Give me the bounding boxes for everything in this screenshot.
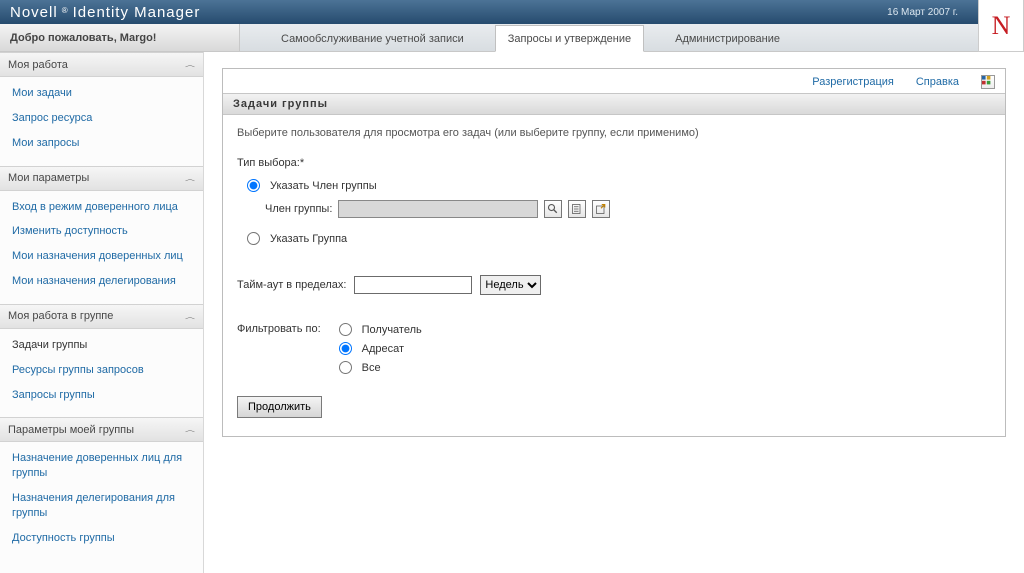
sidebar-item-team-delegate-assignments[interactable]: Назначения делегирования для группы: [0, 486, 203, 526]
sidebar-item-team-requests[interactable]: Запросы группы: [0, 383, 203, 408]
timeout-row: Тайм-аут в пределах: Недель: [237, 275, 991, 295]
radio-filter-recipient-input[interactable]: [339, 323, 352, 336]
lookup-icon[interactable]: [544, 200, 562, 218]
team-member-label: Член группы:: [265, 203, 332, 215]
sidebar-group-label: Параметры моей группы: [8, 424, 134, 436]
radio-select-group-label: Указать Группа: [270, 233, 347, 245]
chevron-up-icon: ︿: [185, 425, 195, 434]
sidebar-group-label: Мои параметры: [8, 172, 89, 184]
team-member-row: Член группы:: [265, 200, 991, 218]
sidebar-item-my-proxy-assignments[interactable]: Мои назначения доверенных лиц: [0, 244, 203, 269]
panel-body: Выберите пользователя для просмотра его …: [223, 115, 1005, 436]
sidebar: Моя работа ︿ Мои задачи Запрос ресурса М…: [0, 52, 204, 573]
panel-instructions: Выберите пользователя для просмотра его …: [237, 127, 991, 139]
sidebar-item-my-tasks[interactable]: Мои задачи: [0, 81, 203, 106]
team-tasks-panel: Разрегистрация Справка Задачи группы Выб…: [222, 68, 1006, 437]
radio-filter-assignee[interactable]: Адресат: [339, 342, 422, 355]
radio-select-group-input[interactable]: [247, 232, 260, 245]
radio-select-team-member[interactable]: Указать Член группы: [247, 179, 991, 192]
radio-filter-recipient[interactable]: Получатель: [339, 323, 422, 336]
sidebar-group-team-work[interactable]: Моя работа в группе ︿: [0, 304, 203, 329]
panel-top-bar: Разрегистрация Справка: [223, 69, 1005, 93]
link-unregister[interactable]: Разрегистрация: [812, 76, 894, 88]
tab-administration[interactable]: Администрирование: [662, 25, 793, 51]
team-member-input[interactable]: [338, 200, 538, 218]
timeout-unit-select[interactable]: Недель: [480, 275, 541, 295]
sidebar-item-team-proxy-assignments[interactable]: Назначение доверенных лиц для группы: [0, 446, 203, 486]
welcome-text: Добро пожаловать, Margo!: [0, 24, 240, 51]
app-header: Novell ® Identity Manager 16 Март 2007 г.: [0, 0, 1024, 24]
radio-filter-all-input[interactable]: [339, 361, 352, 374]
brand-name-b: Identity Manager: [73, 4, 201, 21]
sidebar-item-team-request-resources[interactable]: Ресурсы группы запросов: [0, 358, 203, 383]
radio-select-team-member-input[interactable]: [247, 179, 260, 192]
panel-options-icon[interactable]: [981, 75, 995, 89]
radio-filter-assignee-label: Адресат: [362, 343, 404, 355]
timeout-label: Тайм-аут в пределах:: [237, 279, 346, 291]
tab-requests-approval[interactable]: Запросы и утверждение: [495, 25, 644, 52]
timeout-value-input[interactable]: [354, 276, 472, 294]
sidebar-group-my-settings[interactable]: Мои параметры ︿: [0, 166, 203, 191]
sidebar-item-my-requests[interactable]: Мои запросы: [0, 131, 203, 156]
sidebar-group-my-work[interactable]: Моя работа ︿: [0, 52, 203, 77]
radio-select-team-member-label: Указать Член группы: [270, 180, 377, 192]
filter-label: Фильтровать по:: [237, 323, 321, 335]
selection-type-label: Тип выбора:*: [237, 157, 991, 169]
sidebar-item-edit-availability[interactable]: Изменить доступность: [0, 219, 203, 244]
clear-icon[interactable]: [592, 200, 610, 218]
link-help[interactable]: Справка: [916, 76, 959, 88]
sub-header: Добро пожаловать, Margo! Самообслуживани…: [0, 24, 1024, 52]
main-tabs: Самообслуживание учетной записи Запросы …: [240, 24, 1024, 51]
chevron-up-icon: ︿: [185, 174, 195, 183]
chevron-up-icon: ︿: [185, 312, 195, 321]
sidebar-item-team-availability[interactable]: Доступность группы: [0, 526, 203, 551]
sidebar-item-my-delegate-assignments[interactable]: Мои назначения делегирования: [0, 269, 203, 294]
radio-filter-all[interactable]: Все: [339, 361, 422, 374]
brand-reg: ®: [62, 6, 69, 15]
brand-name-a: Novell: [10, 4, 58, 21]
sidebar-group-label: Моя работа: [8, 59, 68, 71]
novell-logo: N: [978, 0, 1024, 52]
header-date: 16 Март 2007 г.: [887, 7, 958, 18]
radio-select-group[interactable]: Указать Группа: [247, 232, 991, 245]
sidebar-item-enter-proxy-mode[interactable]: Вход в режим доверенного лица: [0, 195, 203, 220]
continue-button[interactable]: Продолжить: [237, 396, 322, 418]
tab-account-self-service[interactable]: Самообслуживание учетной записи: [268, 25, 477, 51]
sidebar-group-label: Моя работа в группе: [8, 310, 113, 322]
radio-filter-recipient-label: Получатель: [362, 324, 422, 336]
history-icon[interactable]: [568, 200, 586, 218]
chevron-up-icon: ︿: [185, 60, 195, 69]
main-layout: Моя работа ︿ Мои задачи Запрос ресурса М…: [0, 52, 1024, 573]
filter-block: Фильтровать по: Получатель Адресат Вс: [237, 323, 991, 374]
radio-filter-all-label: Все: [362, 362, 381, 374]
sidebar-item-team-tasks[interactable]: Задачи группы: [0, 333, 203, 358]
panel-title: Задачи группы: [223, 93, 1005, 115]
content-area: Разрегистрация Справка Задачи группы Выб…: [204, 52, 1024, 573]
novell-logo-letter: N: [992, 11, 1011, 41]
sidebar-group-team-settings[interactable]: Параметры моей группы ︿: [0, 417, 203, 442]
app-title: Novell ® Identity Manager: [10, 4, 200, 21]
radio-filter-assignee-input[interactable]: [339, 342, 352, 355]
sidebar-item-request-resource[interactable]: Запрос ресурса: [0, 106, 203, 131]
